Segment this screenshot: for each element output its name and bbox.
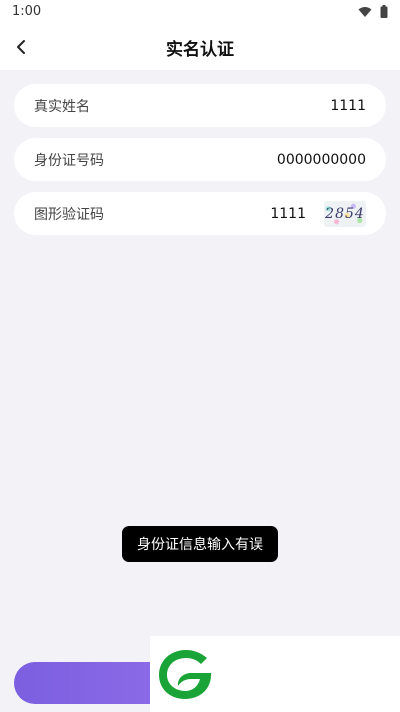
page-title: 实名认证 <box>166 39 234 60</box>
back-button[interactable] <box>6 32 36 62</box>
captcha-input[interactable]: 1111 <box>266 206 306 222</box>
leaf-logo-icon <box>159 650 211 699</box>
battery-icon <box>380 5 388 18</box>
captcha-image[interactable]: 2854 <box>324 200 366 227</box>
captcha-row[interactable]: 图形验证码 1111 2854 <box>14 192 386 235</box>
chevron-left-icon <box>17 40 25 54</box>
status-bar: 1:00 <box>0 0 400 24</box>
id-number-row[interactable]: 身份证号码 0000000000 <box>14 138 386 181</box>
real-name-input[interactable]: 1111 <box>330 98 366 114</box>
id-number-input[interactable]: 0000000000 <box>277 152 366 168</box>
toast-message: 身份证信息输入有误 <box>137 537 263 553</box>
real-name-row[interactable]: 真实姓名 1111 <box>14 84 386 127</box>
real-name-label: 真实姓名 <box>34 98 90 115</box>
status-icons <box>358 5 388 18</box>
id-number-label: 身份证号码 <box>34 152 104 169</box>
status-time: 1:00 <box>12 4 42 19</box>
captcha-image-text: 2854 <box>325 205 365 222</box>
navigation-bar: 实名认证 <box>0 24 400 70</box>
wifi-icon <box>358 6 372 17</box>
captcha-label: 图形验证码 <box>34 206 104 223</box>
error-toast: 身份证信息输入有误 <box>122 526 278 562</box>
